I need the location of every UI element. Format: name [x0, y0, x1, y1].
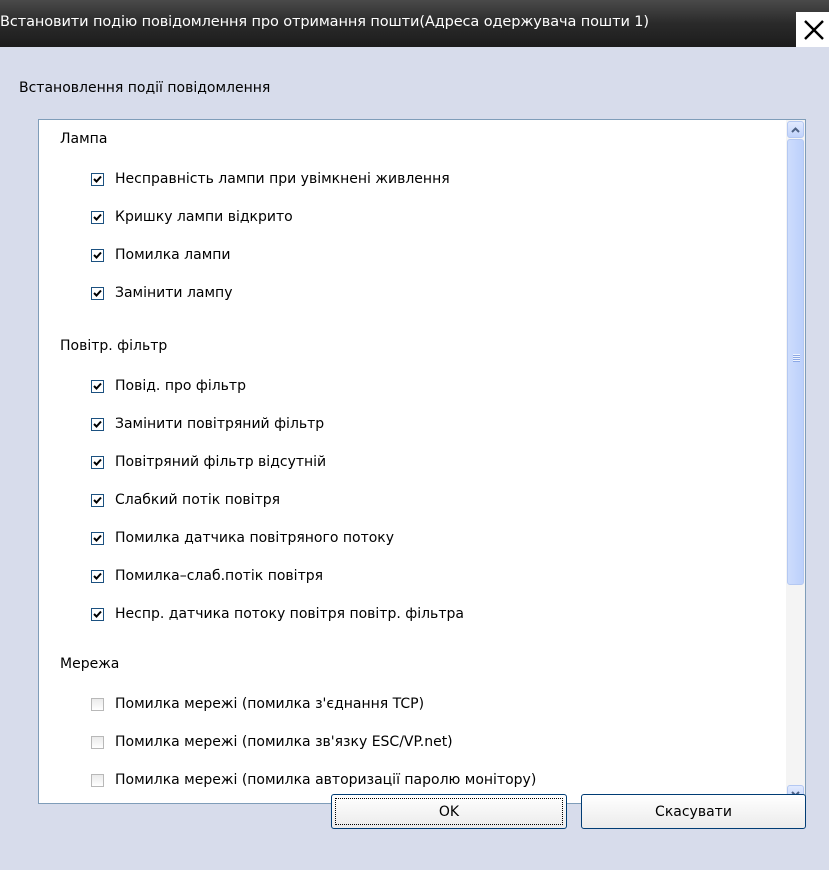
checkbox-label: Помилка–слаб.потік повітря: [115, 568, 324, 584]
checkbox-item[interactable]: Слабкий потік повітря: [91, 491, 280, 509]
grip-icon: [793, 354, 800, 362]
ok-button[interactable]: OK: [331, 794, 567, 829]
checkbox-label: Помилка датчика повітряного потоку: [115, 530, 395, 546]
dialog-body: Встановлення події повідомлення Лампа Нес…: [0, 47, 829, 870]
checkbox-item[interactable]: Помилка мережі (помилка з'єднання TCP): [91, 695, 424, 713]
checkbox-label: Помилка лампи: [115, 247, 231, 263]
close-button[interactable]: [796, 12, 829, 48]
checkbox-item[interactable]: Помилка мережі (помилка авторизації паро…: [91, 771, 536, 789]
checkmark-icon: [93, 572, 102, 580]
checkbox-checked[interactable]: [91, 417, 104, 431]
checkbox-label: Замінити лампу: [115, 285, 233, 301]
checkbox-label: Слабкий потік повітря: [115, 492, 281, 508]
checkmark-icon: [93, 458, 102, 466]
checkmark-icon: [93, 382, 102, 390]
checkbox-label: Помилка мережі (помилка з'єднання TCP): [115, 696, 425, 712]
checkbox-checked[interactable]: [91, 210, 104, 224]
checkbox-checked[interactable]: [91, 607, 104, 621]
checkbox-checked[interactable]: [91, 172, 104, 186]
title-bar: Встановити подію повідомлення про отрима…: [0, 0, 829, 48]
checkbox-label: Помилка мережі (помилка зв'язку ESC/VP.n…: [115, 734, 453, 750]
cancel-button[interactable]: Скасувати: [581, 794, 806, 829]
checkbox-checked[interactable]: [91, 286, 104, 300]
checkbox-item[interactable]: Кришку лампи відкрито: [91, 208, 293, 226]
scroll-up-button[interactable]: [787, 121, 804, 138]
cancel-button-label: Скасувати: [655, 803, 732, 820]
focus-rect: [335, 798, 563, 825]
checkbox-label: Неспр. датчика потоку повітря повітр. фі…: [115, 606, 464, 622]
checkbox-item[interactable]: Повітряний фільтр відсутній: [91, 453, 326, 471]
checkbox-checked[interactable]: [91, 248, 104, 262]
checkbox-label: Замінити повітряний фільтр: [115, 416, 325, 432]
checkbox-item[interactable]: Помилка датчика повітряного потоку: [91, 529, 394, 547]
checkmark-icon: [93, 534, 102, 542]
scroll-thumb[interactable]: [787, 139, 804, 585]
group-header: Повітр. фільтр: [60, 338, 168, 354]
checkbox-item[interactable]: Помилка мережі (помилка зв'язку ESC/VP.n…: [91, 733, 453, 751]
checkmark-icon: [93, 496, 102, 504]
group-header: Лампа: [60, 131, 108, 147]
checkbox-unchecked[interactable]: [91, 735, 104, 749]
checkbox-item[interactable]: Замінити повітряний фільтр: [91, 415, 324, 433]
checkbox-item[interactable]: Замінити лампу: [91, 284, 233, 302]
checkmark-icon: [93, 213, 102, 221]
group-header: Мережа: [60, 656, 120, 672]
checkbox-item[interactable]: Повід. про фільтр: [91, 377, 246, 395]
checkbox-label: Повітряний фільтр відсутній: [115, 454, 327, 470]
checkbox-label: Повід. про фільтр: [115, 378, 246, 394]
event-list: Лампа Несправність лампи при увімкнені жи…: [38, 119, 806, 804]
checkbox-item[interactable]: Помилка–слаб.потік повітря: [91, 567, 323, 585]
checkbox-item[interactable]: Неспр. датчика потоку повітря повітр. фі…: [91, 605, 464, 623]
checkbox-label: Несправність лампи при увімкнені живленн…: [115, 171, 450, 187]
checkbox-checked[interactable]: [91, 569, 104, 583]
checkmark-icon: [93, 420, 102, 428]
checkbox-label: Кришку лампи відкрито: [115, 209, 293, 225]
checkbox-checked[interactable]: [91, 455, 104, 469]
close-icon: [804, 20, 824, 40]
checkmark-icon: [93, 289, 102, 297]
checkbox-label: Помилка мережі (помилка авторизації паро…: [115, 772, 537, 788]
checkbox-checked[interactable]: [91, 493, 104, 507]
checkbox-checked[interactable]: [91, 531, 104, 545]
checkmark-icon: [93, 251, 102, 259]
chevron-up-icon: [791, 126, 800, 133]
vertical-scrollbar[interactable]: [786, 120, 805, 803]
checkmark-icon: [93, 175, 102, 183]
window-title: Встановити подію повідомлення про отрима…: [0, 14, 649, 30]
checkbox-item[interactable]: Несправність лампи при увімкнені живленн…: [91, 170, 450, 188]
checkbox-item[interactable]: Помилка лампи: [91, 246, 231, 264]
checkmark-icon: [93, 610, 102, 618]
checkbox-unchecked[interactable]: [91, 773, 104, 787]
section-label: Встановлення події повідомлення: [19, 80, 271, 96]
checkbox-checked[interactable]: [91, 379, 104, 393]
checkbox-unchecked[interactable]: [91, 697, 104, 711]
